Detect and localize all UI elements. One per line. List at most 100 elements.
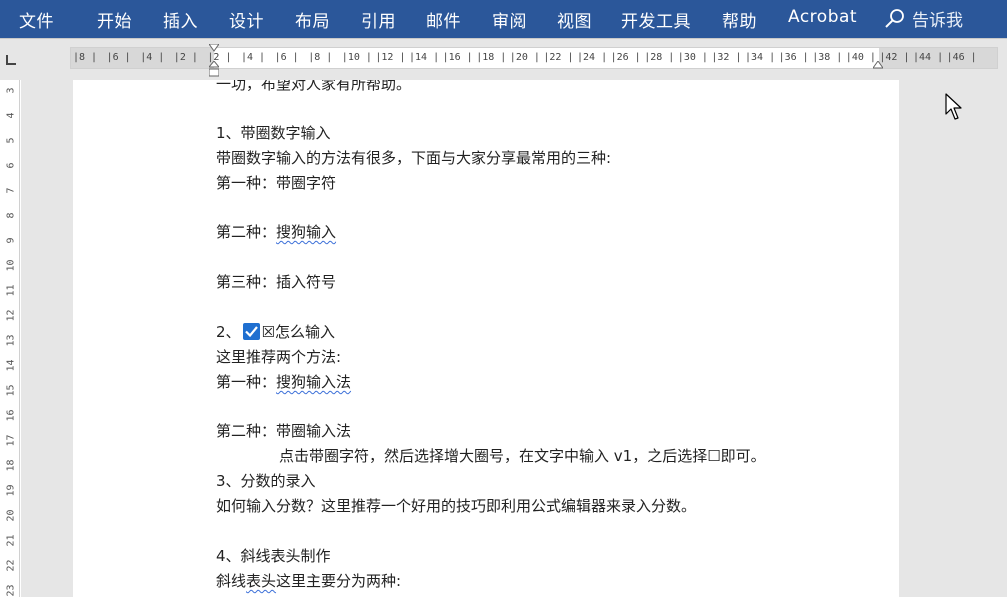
detail-text-b: 带圈字符，然后选择增大圈号，在文字中输入 v1，之后选择☐即可。 bbox=[309, 447, 766, 465]
ruler-number: 12 bbox=[5, 309, 17, 322]
ruler-number: |12 | bbox=[375, 52, 406, 63]
tab-references[interactable]: 引用 bbox=[361, 7, 396, 32]
tab-design[interactable]: 设计 bbox=[229, 7, 264, 32]
ruler-number: |26 | bbox=[610, 52, 641, 63]
ribbon-tab-bar: 文件 开始 插入 设计 布局 引用 邮件 审阅 视图 开发工具 帮助 Acrob… bbox=[0, 0, 1007, 38]
section-1-title: 1、带圈数字输入 bbox=[216, 124, 331, 142]
tab-help[interactable]: 帮助 bbox=[722, 7, 757, 32]
section-1-method-2: 第二种：搜狗输入 bbox=[216, 221, 336, 242]
tab-developer[interactable]: 开发工具 bbox=[621, 7, 691, 32]
tell-me-label: 告诉我 bbox=[912, 11, 963, 31]
ruler-number: 14 bbox=[5, 359, 17, 372]
section-1-method-3: 第三种：插入符号 bbox=[216, 271, 336, 292]
tab-review[interactable]: 审阅 bbox=[492, 7, 527, 32]
section-4-title: 4、斜线表头制作 bbox=[216, 547, 331, 565]
tab-insert[interactable]: 插入 bbox=[163, 7, 198, 32]
tab-view[interactable]: 视图 bbox=[557, 7, 592, 32]
document-canvas: 一功，布望对人家有所帮助。 1、带圈数字输入 带圈数字输入的方法有很多，下面与大… bbox=[21, 80, 1007, 597]
ruler-number: |6 | bbox=[106, 52, 131, 63]
ruler-number: |8 | bbox=[308, 52, 333, 63]
ruler-number: 5 bbox=[5, 137, 17, 144]
ruler-number: |2 | bbox=[173, 52, 198, 63]
method-text: 搜狗输入法 bbox=[276, 373, 352, 391]
document-page[interactable]: 一功，布望对人家有所帮助。 1、带圈数字输入 带圈数字输入的方法有很多，下面与大… bbox=[73, 80, 899, 597]
ruler-number: 11 bbox=[5, 284, 17, 297]
ruler-number: 22 bbox=[5, 559, 17, 572]
method-label: 第二种： bbox=[216, 223, 277, 241]
method-label: 第一种： bbox=[216, 373, 277, 391]
ruler-number: 18 bbox=[5, 459, 17, 472]
method-label: 第三种： bbox=[216, 273, 277, 291]
ruler-number: 3 bbox=[5, 87, 17, 94]
tab-acrobat[interactable]: Acrobat bbox=[788, 7, 857, 27]
section-1-method-1: 第一种：带圈字符 bbox=[216, 172, 336, 193]
section-3-title: 3、分数的录入 bbox=[216, 472, 316, 490]
ruler-number: |24 | bbox=[577, 52, 608, 63]
tab-layout[interactable]: 布局 bbox=[295, 7, 330, 32]
ruler-number: |22 | bbox=[543, 52, 574, 63]
ruler-number: |36 | bbox=[778, 52, 809, 63]
ruler-number: 13 bbox=[5, 334, 17, 347]
tell-me-search[interactable]: 告诉我 bbox=[884, 6, 963, 31]
section-2-intro: 这里推荐两个方法: bbox=[216, 348, 342, 366]
ruler-number: |4 | bbox=[241, 52, 266, 63]
section-number: 2、 bbox=[216, 323, 241, 341]
vertical-ruler[interactable]: 3 4 5 6 7 8 9 10 11 12 13 14 15 16 17 18 19 20 21 22 23 bbox=[0, 80, 20, 597]
method-label: 第一种： bbox=[216, 174, 277, 192]
checked-box-icon bbox=[242, 323, 260, 340]
ruler-number: 19 bbox=[5, 484, 17, 497]
ruler-number: 16 bbox=[5, 409, 17, 422]
mouse-pointer-icon bbox=[945, 93, 962, 120]
ruler-number: |10 | bbox=[341, 52, 372, 63]
cut-off-line: 一功，布望对人家有所帮助。 bbox=[216, 80, 412, 93]
section-2-method-1: 第一种：搜狗输入法 bbox=[216, 371, 351, 392]
ruler-number: |46 | bbox=[946, 52, 977, 63]
ruler-number: |14 | bbox=[409, 52, 440, 63]
tab-stop-selector-icon[interactable] bbox=[4, 53, 18, 67]
text-part-a: 斜线 bbox=[216, 572, 247, 590]
ruler-number: 9 bbox=[5, 237, 17, 244]
ruler-number: |28 | bbox=[644, 52, 675, 63]
ruler-number: 23 bbox=[5, 584, 17, 597]
text-part-c: 这里主要分为两种: bbox=[276, 572, 402, 590]
ruler-number: |32 | bbox=[711, 52, 742, 63]
ruler-number: |38 | bbox=[812, 52, 843, 63]
section-title-text: ☒怎么输入 bbox=[261, 323, 335, 341]
search-icon bbox=[885, 8, 904, 28]
ruler-number: |6 | bbox=[274, 52, 299, 63]
hanging-indent-marker[interactable] bbox=[209, 61, 219, 77]
ruler-number: 7 bbox=[5, 187, 17, 194]
ruler-number: |30 | bbox=[677, 52, 708, 63]
ruler-number: 17 bbox=[5, 434, 17, 447]
ruler-number: |16 | bbox=[442, 52, 473, 63]
section-2-method-2: 第二种：带圈输入法 bbox=[216, 420, 351, 441]
section-2-method-2-detail: 点击带圈字符，然后选择增大圈号，在文字中输入 v1，之后选择☐即可。 bbox=[279, 445, 766, 466]
ruler-number: |44 | bbox=[913, 52, 944, 63]
ruler-number: 10 bbox=[5, 259, 17, 272]
ruler-number: 4 bbox=[5, 112, 17, 119]
method-text: 插入符号 bbox=[276, 273, 337, 291]
tab-file[interactable]: 文件 bbox=[19, 7, 54, 32]
tab-home[interactable]: 开始 bbox=[97, 7, 132, 32]
detail-text-a: 点击 bbox=[279, 447, 310, 465]
ruler-number: |34 | bbox=[745, 52, 776, 63]
first-line-indent-marker[interactable] bbox=[209, 44, 219, 52]
right-indent-marker[interactable] bbox=[873, 61, 883, 69]
ruler-number: 8 bbox=[5, 212, 17, 219]
tab-mailings[interactable]: 邮件 bbox=[426, 7, 461, 32]
ruler-number: |20 | bbox=[509, 52, 540, 63]
method-text: 带圈字符 bbox=[276, 174, 337, 192]
method-label: 第二种： bbox=[216, 422, 277, 440]
text-part-b: 表头 bbox=[246, 572, 277, 590]
ruler-number: |40 | bbox=[845, 52, 876, 63]
ruler-number: |18 | bbox=[476, 52, 507, 63]
section-2-title: 2、 ☒怎么输入 bbox=[216, 321, 335, 342]
section-1-intro: 带圈数字输入的方法有很多，下面与大家分享最常用的三种: bbox=[216, 149, 612, 167]
ruler-number: 21 bbox=[5, 534, 17, 547]
method-text: 搜狗输入 bbox=[276, 223, 337, 241]
ruler-number: 15 bbox=[5, 384, 17, 397]
ruler-number: |4 | bbox=[140, 52, 165, 63]
section-4-text: 斜线表头这里主要分为两种: bbox=[216, 570, 401, 591]
section-3-text: 如何输入分数？这里推荐一个好用的技巧即利用公式编辑器来录入分数。 bbox=[216, 497, 697, 515]
ruler-row: |8 | |6 | |4 | |2 | |2 | |4 | |6 | |8 | |10 | |12… bbox=[0, 38, 1007, 80]
